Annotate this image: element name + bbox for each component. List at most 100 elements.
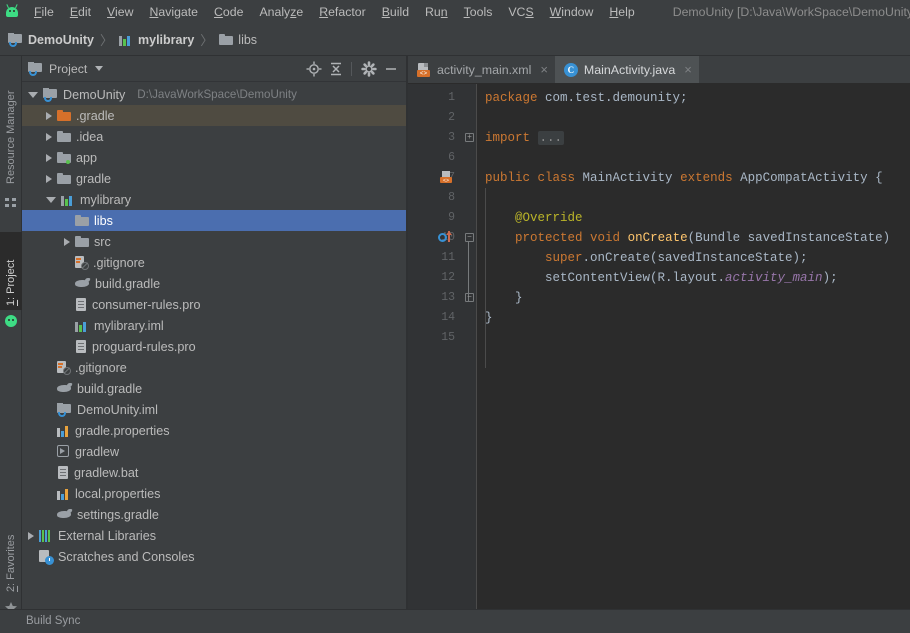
tree-row[interactable]: src <box>22 231 407 252</box>
minimize-icon[interactable] <box>381 59 401 79</box>
code-token: .onCreate(savedInstanceState); <box>582 251 808 265</box>
menu-item-build[interactable]: Build <box>374 2 417 22</box>
menu-item-refactor[interactable]: Refactor <box>311 2 373 22</box>
menu-item-code[interactable]: Code <box>206 2 251 22</box>
tree-row[interactable]: .idea <box>22 126 407 147</box>
menu-items: File Edit View Navigate Code Analyze Refactor B… <box>26 2 643 22</box>
tree-row[interactable]: mylibrary.iml <box>22 315 407 336</box>
tree-row-label: Scratches and Consoles <box>58 549 195 564</box>
tree-twisty-icon[interactable] <box>28 91 38 98</box>
tree-row[interactable]: DemoUnity.iml <box>22 399 407 420</box>
close-icon[interactable]: × <box>540 62 548 77</box>
tree-twisty-icon[interactable] <box>46 153 52 162</box>
tree-row[interactable]: Scratches and Consoles <box>22 546 407 567</box>
tool-window-tab-1-project[interactable]: 1: Project <box>0 232 22 310</box>
tree-row[interactable]: External Libraries <box>22 525 407 546</box>
tree-row-label: gradlew <box>75 444 120 459</box>
svg-text:<>: <> <box>443 178 449 184</box>
fold-expand-icon[interactable]: + <box>465 133 474 142</box>
tree-row[interactable]: build.gradle <box>22 273 407 294</box>
xml-layout-icon: <> <box>417 62 431 77</box>
gradle-icon <box>57 508 73 521</box>
tree-row[interactable]: .gitignore <box>22 252 407 273</box>
gear-icon[interactable] <box>359 59 379 79</box>
chevron-down-icon[interactable] <box>95 66 104 71</box>
tree-twisty-icon[interactable] <box>64 237 70 246</box>
tree-row[interactable]: gradlew.bat <box>22 462 407 483</box>
module-icon <box>75 320 89 332</box>
folder-icon <box>57 130 71 143</box>
menu-item-file[interactable]: File <box>26 2 62 22</box>
tree-twisty-icon[interactable] <box>28 531 34 540</box>
tree-row[interactable]: mylibrary <box>22 189 407 210</box>
tree-row[interactable]: consumer-rules.pro <box>22 294 407 315</box>
tree-row[interactable]: app <box>22 147 407 168</box>
tree-row-label: mylibrary.iml <box>94 318 164 333</box>
tree-row[interactable]: .gitignore <box>22 357 407 378</box>
code-folding-gutter[interactable]: + − − <box>463 84 476 609</box>
editor-tab-mainactivity-java[interactable]: C MainActivity.java × <box>554 56 699 83</box>
properties-icon <box>57 487 70 500</box>
module-icon <box>119 34 133 46</box>
breadcrumb-item-mylibrary[interactable]: mylibrary <box>119 33 194 47</box>
editor-tab-activity-main-xml[interactable]: <> activity_main.xml × <box>408 56 555 83</box>
tree-row[interactable]: DemoUnity D:\JavaWorkSpace\DemoUnity <box>22 84 407 105</box>
line-number: 12 <box>441 271 455 284</box>
fold-collapse-icon[interactable]: − <box>465 293 474 302</box>
fold-collapse-icon[interactable]: − <box>465 233 474 242</box>
menu-item-vcs[interactable]: VCS <box>500 2 541 22</box>
tree-row-label: .gitignore <box>93 255 145 270</box>
tree-row[interactable]: gradle.properties <box>22 420 407 441</box>
tree-row[interactable]: .gradle <box>22 105 407 126</box>
breadcrumb-item-libs[interactable]: libs <box>219 33 257 47</box>
gradle-icon <box>57 382 73 395</box>
xml-related-icon[interactable]: <> <box>440 171 453 184</box>
menu-item-navigate[interactable]: Navigate <box>141 2 206 22</box>
indent-guide <box>485 188 486 368</box>
tree-twisty-icon[interactable] <box>46 196 56 203</box>
breadcrumb-item-demounity[interactable]: DemoUnity <box>8 33 94 47</box>
code-text[interactable]: package com.test.demounity; import ... pub… <box>476 84 910 609</box>
bottom-tool-label[interactable]: Build Sync <box>26 615 80 627</box>
folder-icon <box>75 235 89 248</box>
tree-twisty-icon[interactable] <box>46 111 52 120</box>
code-token: public <box>485 171 531 185</box>
code-line: import ... <box>485 128 565 148</box>
menu-item-tools[interactable]: Tools <box>456 2 501 22</box>
tree-row[interactable]: build.gradle <box>22 378 407 399</box>
tree-row[interactable]: settings.gradle <box>22 504 407 525</box>
tree-row[interactable]: proguard-rules.pro <box>22 336 407 357</box>
menu-item-help[interactable]: Help <box>601 2 642 22</box>
tree-row-path: D:\JavaWorkSpace\DemoUnity <box>137 88 297 101</box>
tree-row[interactable]: gradlew <box>22 441 407 462</box>
tree-twisty-icon[interactable] <box>46 174 52 183</box>
line-number: 11 <box>441 251 455 264</box>
menu-item-edit[interactable]: Edit <box>62 2 99 22</box>
override-method-icon[interactable] <box>438 231 454 245</box>
locate-icon[interactable] <box>304 59 324 79</box>
tree-twisty-icon[interactable] <box>46 132 52 141</box>
collapse-all-icon[interactable] <box>326 59 346 79</box>
line-number: 6 <box>448 151 455 164</box>
tree-row[interactable]: libs <box>22 210 407 231</box>
tree-row-label: local.properties <box>75 486 161 501</box>
tree-row-label: .gitignore <box>75 360 127 375</box>
tool-window-tab-resource-manager[interactable]: Resource Manager <box>0 70 22 188</box>
close-icon[interactable]: × <box>684 62 692 77</box>
tree-row-label: app <box>76 150 98 165</box>
tree-row[interactable]: gradle <box>22 168 407 189</box>
breadcrumb-item-label: mylibrary <box>138 32 195 47</box>
menu-item-analyze[interactable]: Analyze <box>251 2 311 22</box>
code-editor[interactable]: 1236789101112131415<> +−− package com.te… <box>408 84 910 609</box>
gitignore-icon <box>57 360 71 375</box>
menu-item-run[interactable]: Run <box>417 2 456 22</box>
tool-window-tab-2-favorites[interactable]: 2: Favorites <box>0 514 22 596</box>
code-line: public class MainActivity extends AppCom… <box>485 168 883 188</box>
menu-item-window[interactable]: Window <box>542 2 602 22</box>
editor-vertical-scrollbar[interactable] <box>898 112 910 609</box>
tree-row[interactable]: local.properties <box>22 483 407 504</box>
project-tree[interactable]: DemoUnity D:\JavaWorkSpace\DemoUnity .grad… <box>22 82 407 609</box>
tree-row-label: consumer-rules.pro <box>92 297 201 312</box>
bat-icon <box>57 445 70 458</box>
menu-item-view[interactable]: View <box>99 2 141 22</box>
